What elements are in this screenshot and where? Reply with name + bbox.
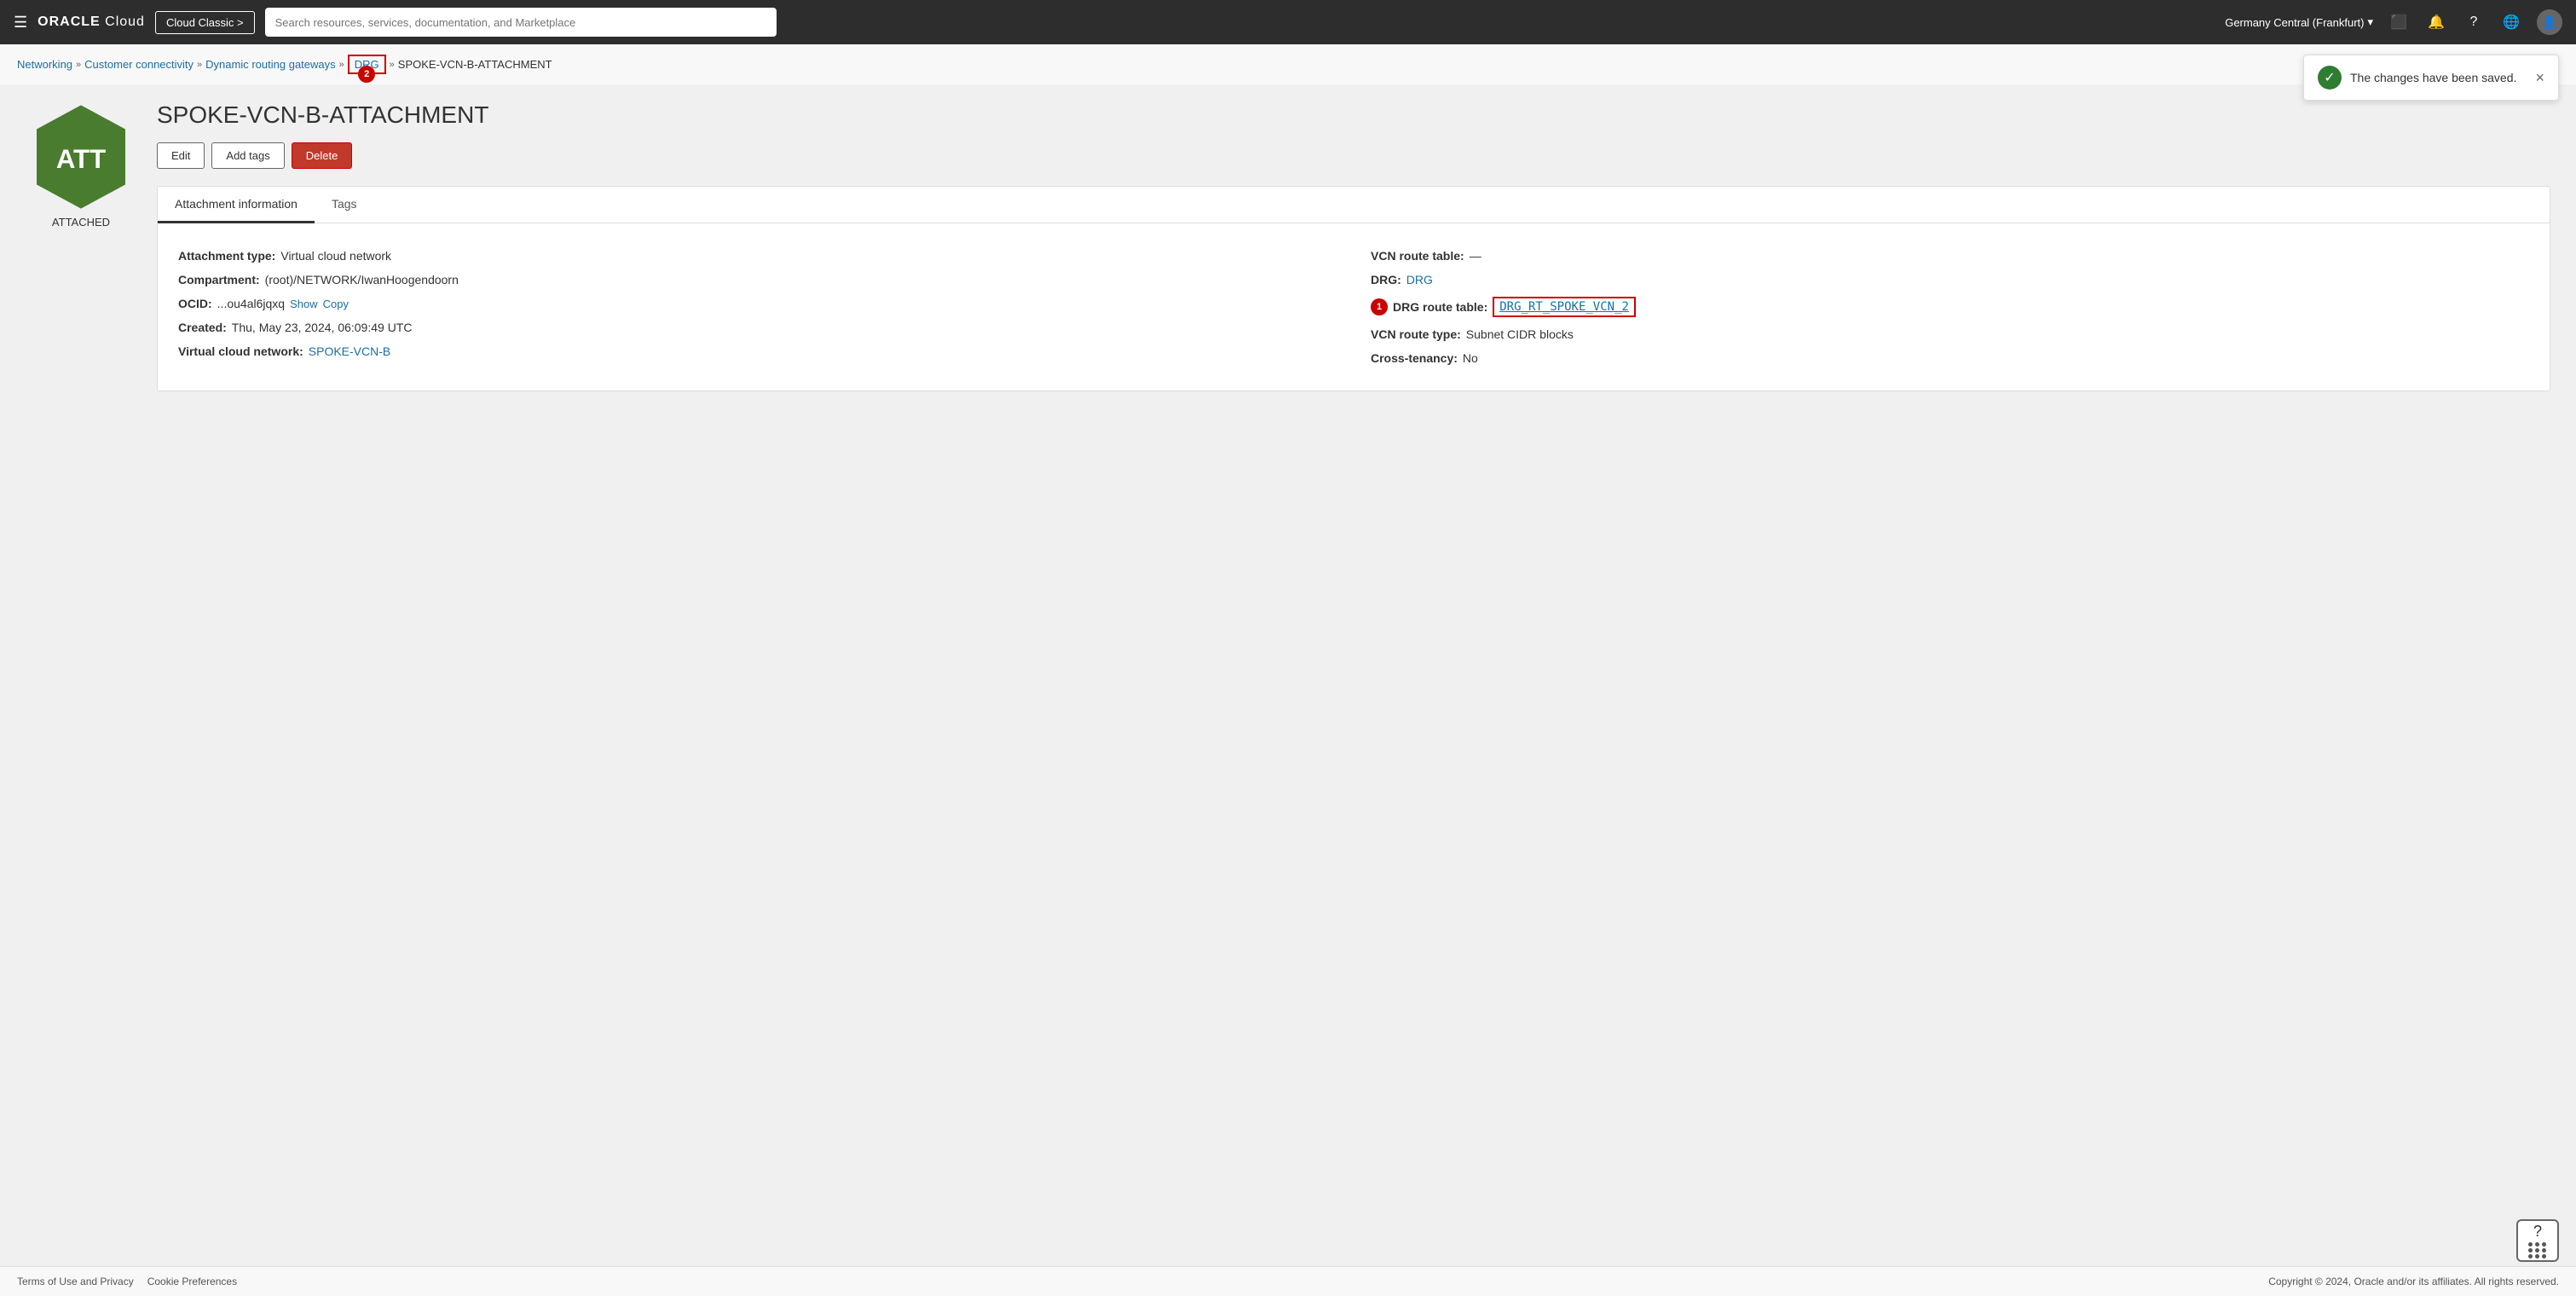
edit-button[interactable]: Edit: [157, 142, 205, 169]
vcn-route-type-row: VCN route type: Subnet CIDR blocks: [1371, 322, 2529, 346]
breadcrumb-sep-3: »: [339, 60, 344, 70]
region-label: Germany Central (Frankfurt): [2225, 16, 2364, 29]
info-grid: Attachment type: Virtual cloud network C…: [178, 244, 2529, 370]
tabs-header: Attachment information Tags: [158, 187, 2550, 223]
ocid-label: OCID:: [178, 297, 212, 310]
drg-route-table-highlight: DRG_RT_SPOKE_VCN_2: [1493, 297, 1636, 317]
footer-copyright: Copyright © 2024, Oracle and/or its affi…: [2268, 1276, 2559, 1287]
attachment-status: ATTACHED: [52, 216, 110, 229]
page-title-and-content: SPOKE-VCN-B-ATTACHMENT Edit Add tags Del…: [157, 101, 2550, 391]
main-content: ATT ATTACHED SPOKE-VCN-B-ATTACHMENT Edit…: [0, 84, 2576, 1266]
created-value: Thu, May 23, 2024, 06:09:49 UTC: [232, 321, 413, 334]
attachment-icon-section: ATT ATTACHED: [26, 101, 136, 229]
toast-notification: ✓ The changes have been saved. ×: [2303, 55, 2559, 101]
vcn-row: Virtual cloud network: SPOKE-VCN-B: [178, 339, 1337, 363]
vcn-route-type-value: Subnet CIDR blocks: [1466, 327, 1574, 341]
top-navigation: ☰ ORACLE Cloud Cloud Classic > Germany C…: [0, 0, 2576, 44]
tab-attachment-info-content: Attachment type: Virtual cloud network C…: [158, 223, 2550, 391]
tabs-container: Attachment information Tags Attachment t…: [157, 186, 2550, 391]
cookie-link[interactable]: Cookie Preferences: [147, 1276, 237, 1287]
created-row: Created: Thu, May 23, 2024, 06:09:49 UTC: [178, 315, 1337, 339]
toast-close-button[interactable]: ×: [2535, 70, 2544, 85]
compartment-label: Compartment:: [178, 273, 260, 286]
cloud-classic-button[interactable]: Cloud Classic >: [155, 11, 255, 34]
page-header: ATT ATTACHED SPOKE-VCN-B-ATTACHMENT Edit…: [26, 101, 2550, 391]
drg-badge-wrapper: DRG 2: [348, 55, 386, 74]
cloud-shell-icon[interactable]: ⬛: [2387, 10, 2411, 34]
drg-route-table-link[interactable]: DRG_RT_SPOKE_VCN_2: [1499, 300, 1629, 314]
attachment-hexagon-icon: ATT: [26, 101, 136, 212]
nav-right: Germany Central (Frankfurt) ▾ ⬛ 🔔 ? 🌐 👤: [2225, 9, 2562, 35]
region-selector[interactable]: Germany Central (Frankfurt) ▾: [2225, 15, 2373, 29]
footer-left: Terms of Use and Privacy Cookie Preferen…: [17, 1276, 237, 1287]
breadcrumb-customer-connectivity[interactable]: Customer connectivity: [84, 58, 193, 71]
breadcrumb-sep-1: »: [76, 60, 81, 70]
avatar[interactable]: 👤: [2537, 9, 2562, 35]
tab-attachment-information[interactable]: Attachment information: [158, 187, 315, 223]
ocid-value: ...ou4al6jqxq: [217, 297, 285, 310]
help-question-icon: ?: [2533, 1223, 2542, 1241]
globe-icon[interactable]: 🌐: [2499, 10, 2523, 34]
info-left-column: Attachment type: Virtual cloud network C…: [178, 244, 1337, 370]
hamburger-icon[interactable]: ☰: [14, 14, 27, 32]
oracle-logo: ORACLE Cloud: [38, 14, 145, 30]
vcn-route-table-row: VCN route table: —: [1371, 244, 2529, 268]
ocid-show-link[interactable]: Show: [290, 298, 318, 310]
vcn-route-table-value: —: [1470, 249, 1481, 263]
help-button[interactable]: ?: [2516, 1219, 2559, 1262]
help-icon[interactable]: ?: [2462, 10, 2486, 34]
help-dots-icon: [2528, 1242, 2547, 1258]
vcn-label: Virtual cloud network:: [178, 344, 303, 358]
footer: Terms of Use and Privacy Cookie Preferen…: [0, 1266, 2576, 1296]
toast-message: The changes have been saved.: [2350, 71, 2527, 84]
breadcrumb-networking[interactable]: Networking: [17, 58, 72, 71]
cross-tenancy-value: No: [1463, 351, 1478, 365]
breadcrumb-dynamic-routing-gateways[interactable]: Dynamic routing gateways: [205, 58, 335, 71]
terms-link[interactable]: Terms of Use and Privacy: [17, 1276, 134, 1287]
chevron-down-icon: ▾: [2367, 15, 2373, 29]
drg-link[interactable]: DRG: [1406, 273, 1433, 286]
ocid-row: OCID: ...ou4al6jqxq Show Copy: [178, 292, 1337, 315]
compartment-value: (root)/NETWORK/IwanHoogendoorn: [265, 273, 459, 286]
page-title: SPOKE-VCN-B-ATTACHMENT: [157, 101, 2550, 129]
vcn-link[interactable]: SPOKE-VCN-B: [309, 344, 390, 358]
breadcrumb-sep-4: »: [390, 60, 395, 70]
bell-icon[interactable]: 🔔: [2424, 10, 2448, 34]
toast-check-icon: ✓: [2318, 66, 2342, 90]
breadcrumb-current: SPOKE-VCN-B-ATTACHMENT: [398, 58, 552, 71]
drg-label: DRG:: [1371, 273, 1401, 286]
drg-route-table-row: 1 DRG route table: DRG_RT_SPOKE_VCN_2: [1371, 292, 2529, 322]
search-input[interactable]: [265, 8, 777, 37]
breadcrumb-sep-2: »: [197, 60, 202, 70]
svg-text:ATT: ATT: [56, 144, 106, 174]
cross-tenancy-label: Cross-tenancy:: [1371, 351, 1458, 365]
action-buttons: Edit Add tags Delete: [157, 142, 2550, 169]
delete-button[interactable]: Delete: [292, 142, 353, 169]
vcn-route-type-label: VCN route type:: [1371, 327, 1461, 341]
compartment-row: Compartment: (root)/NETWORK/IwanHoogendo…: [178, 268, 1337, 292]
drg-route-table-label: DRG route table:: [1393, 300, 1487, 314]
drg-route-table-badge: 1: [1371, 298, 1388, 315]
attachment-type-value: Virtual cloud network: [280, 249, 391, 263]
attachment-type-row: Attachment type: Virtual cloud network: [178, 244, 1337, 268]
info-right-column: VCN route table: — DRG: DRG 1 DRG route …: [1371, 244, 2529, 370]
cross-tenancy-row: Cross-tenancy: No: [1371, 346, 2529, 370]
attachment-type-label: Attachment type:: [178, 249, 275, 263]
ocid-copy-link[interactable]: Copy: [323, 298, 349, 310]
tab-tags[interactable]: Tags: [315, 187, 374, 223]
drg-row: DRG: DRG: [1371, 268, 2529, 292]
drg-badge-2: 2: [358, 66, 375, 83]
breadcrumb: Networking » Customer connectivity » Dyn…: [0, 44, 2576, 84]
vcn-route-table-label: VCN route table:: [1371, 249, 1464, 263]
created-label: Created:: [178, 321, 227, 334]
add-tags-button[interactable]: Add tags: [211, 142, 284, 169]
